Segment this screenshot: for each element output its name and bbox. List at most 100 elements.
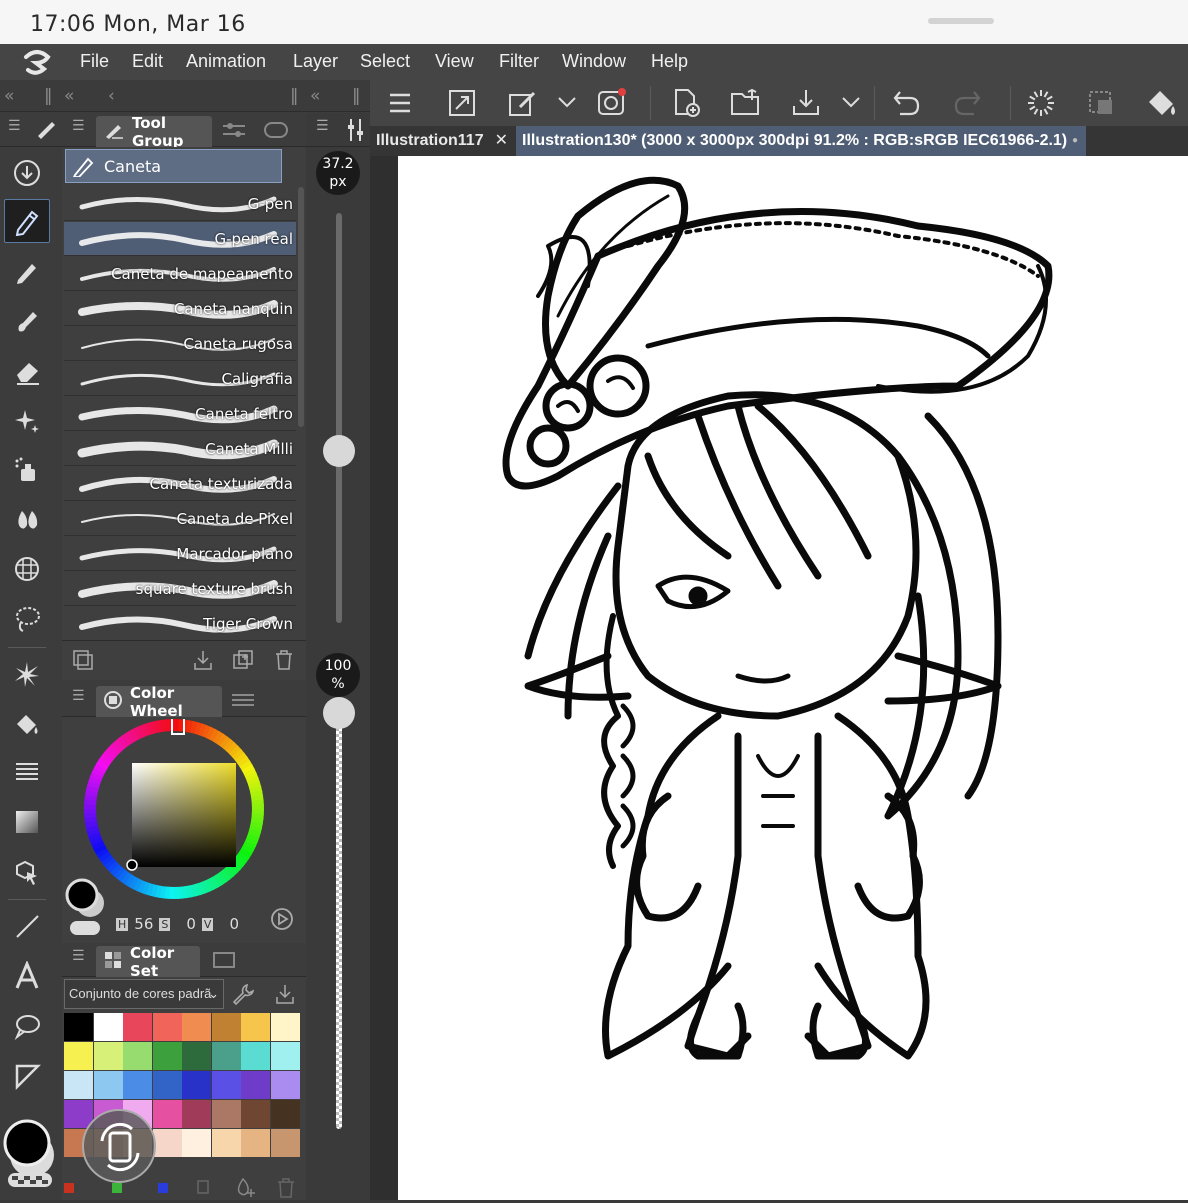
cloud-sync-icon[interactable] <box>596 86 628 122</box>
menu-help[interactable]: Help <box>651 51 688 72</box>
brush-item[interactable]: Caneta rugosa <box>64 327 296 361</box>
h-value[interactable]: 56 <box>134 915 153 933</box>
menu-view[interactable]: View <box>435 51 474 72</box>
loading-spinner-icon[interactable] <box>1026 88 1056 122</box>
eraser-tool-icon[interactable] <box>4 349 50 393</box>
color-swatch[interactable] <box>182 1013 211 1041</box>
color-swatch[interactable] <box>241 1013 270 1041</box>
color-swatch[interactable] <box>211 1042 241 1070</box>
drag-handle-icon[interactable]: ‖ <box>44 86 53 106</box>
collapse-panel-icon[interactable]: « <box>64 86 74 106</box>
tab-illustration117[interactable]: Illustration117 ✕ <box>370 126 512 156</box>
color-swatch[interactable] <box>152 1042 182 1070</box>
chevron-down-icon[interactable] <box>556 92 578 116</box>
menu-animation[interactable]: Animation <box>186 51 266 72</box>
play-icon[interactable] <box>270 907 294 935</box>
tab-color-wheel[interactable]: Color Wheel <box>96 684 222 720</box>
drag-handle-icon[interactable]: ‖ <box>352 86 361 106</box>
menu-lines-icon[interactable]: ☰ <box>72 688 85 704</box>
menu-lines-icon[interactable]: ☰ <box>8 118 21 134</box>
replace-color-icon[interactable] <box>194 1177 214 1201</box>
sparkle-decoration-icon[interactable] <box>4 399 50 443</box>
color-swatch[interactable] <box>270 1071 300 1099</box>
color-swatch[interactable] <box>64 1042 93 1070</box>
drawing-canvas[interactable] <box>398 156 1188 1200</box>
color-swatch[interactable] <box>241 1129 270 1157</box>
sub-tool-detail-icon[interactable] <box>220 120 248 144</box>
redo-icon[interactable] <box>952 88 982 122</box>
color-swatch[interactable] <box>211 1013 241 1041</box>
color-swatch[interactable] <box>211 1071 241 1099</box>
balloon-tool-icon[interactable] <box>4 1004 50 1048</box>
trash-icon[interactable] <box>274 649 294 675</box>
brush-item[interactable]: Caneta texturizada <box>64 467 296 501</box>
color-swatch[interactable] <box>270 1100 300 1128</box>
add-color-icon[interactable] <box>234 1177 256 1203</box>
brush-item[interactable]: Caneta Milli <box>64 432 296 466</box>
quick-access-button[interactable] <box>82 1109 156 1183</box>
tab-tool-group[interactable]: Tool Group <box>96 114 212 150</box>
brush-item[interactable]: Caligrafia <box>64 362 296 396</box>
import-icon[interactable] <box>274 983 296 1009</box>
download-tool-icon[interactable] <box>4 151 50 195</box>
color-swatch[interactable] <box>93 1071 123 1099</box>
color-swatch[interactable] <box>270 1042 300 1070</box>
pen-tab-icon[interactable] <box>34 116 58 144</box>
color-swatch[interactable] <box>123 1071 152 1099</box>
fill-bucket-icon[interactable] <box>1146 88 1178 122</box>
menu-file[interactable]: File <box>80 51 109 72</box>
menu-window[interactable]: Window <box>562 51 626 72</box>
color-swatch[interactable] <box>270 1129 300 1157</box>
menu-layer[interactable]: Layer <box>293 51 338 72</box>
color-swatch[interactable] <box>64 1013 93 1041</box>
open-folder-icon[interactable] <box>730 88 762 122</box>
brush-item[interactable]: Caneta nanquin <box>64 292 296 326</box>
lasso-tool-icon[interactable] <box>4 597 50 641</box>
color-set-dropdown[interactable]: Conjunto de cores padrã ⌄ <box>64 979 224 1009</box>
edit-canvas-icon[interactable] <box>508 89 538 121</box>
brush-item[interactable]: Caneta de mapeamento <box>64 257 296 291</box>
clear-selection-icon[interactable] <box>1086 88 1116 122</box>
color-swatch[interactable] <box>241 1042 270 1070</box>
brush-size-slider-knob[interactable] <box>323 434 355 467</box>
tab-illustration130[interactable]: Illustration130* (3000 x 3000px 300dpi 9… <box>516 126 1086 156</box>
color-swatch[interactable] <box>64 1071 93 1099</box>
color-swatch[interactable] <box>152 1071 182 1099</box>
sub-tool-group-caneta[interactable]: Caneta <box>65 149 282 183</box>
hamburger-menu-icon[interactable] <box>388 92 412 118</box>
menu-edit[interactable]: Edit <box>132 51 163 72</box>
brush-item[interactable]: G-pen real <box>64 222 296 256</box>
object-tool-icon[interactable] <box>4 850 50 894</box>
gradient-tool-icon[interactable] <box>4 800 50 844</box>
brush-list-scrollbar[interactable] <box>298 187 304 427</box>
color-swatch[interactable] <box>123 1042 152 1070</box>
pencil-tool-icon[interactable] <box>4 249 50 293</box>
main-color-swatch[interactable] <box>2 1109 54 1187</box>
sub-tool-settings-icon[interactable] <box>72 649 94 675</box>
transparent-swatch[interactable] <box>70 921 100 935</box>
frame-tool-icon[interactable] <box>4 1054 50 1098</box>
menu-lines-icon[interactable]: ☰ <box>72 118 85 134</box>
brush-tool-icon[interactable] <box>4 299 50 343</box>
s-value[interactable]: 0 <box>186 915 196 933</box>
brush-item[interactable]: Caneta feltro <box>64 397 296 431</box>
brush-item[interactable]: Tiger Crown <box>64 607 296 641</box>
menu-filter[interactable]: Filter <box>499 51 539 72</box>
figure-tool-icon[interactable] <box>4 547 50 591</box>
drag-handle-icon[interactable]: ‖ <box>290 86 299 106</box>
brush-item[interactable]: Marcador plano <box>64 537 296 571</box>
auto-select-tool-icon[interactable] <box>4 652 50 696</box>
airbrush-tool-icon[interactable] <box>4 447 50 491</box>
color-swatch[interactable] <box>211 1129 241 1157</box>
color-swatch[interactable] <box>241 1071 270 1099</box>
color-swatch[interactable] <box>152 1013 182 1041</box>
v-value[interactable]: 0 <box>229 915 239 933</box>
brush-item[interactable]: Caneta de Pixel <box>64 502 296 536</box>
film-tab-icon[interactable] <box>212 951 236 973</box>
opacity-slider-knob[interactable] <box>323 697 355 729</box>
color-swatch[interactable] <box>182 1129 211 1157</box>
color-swatch[interactable] <box>182 1042 211 1070</box>
undo-icon[interactable] <box>892 88 922 122</box>
collapse-panel-icon[interactable]: « <box>310 86 320 106</box>
material-icon[interactable] <box>262 120 290 144</box>
